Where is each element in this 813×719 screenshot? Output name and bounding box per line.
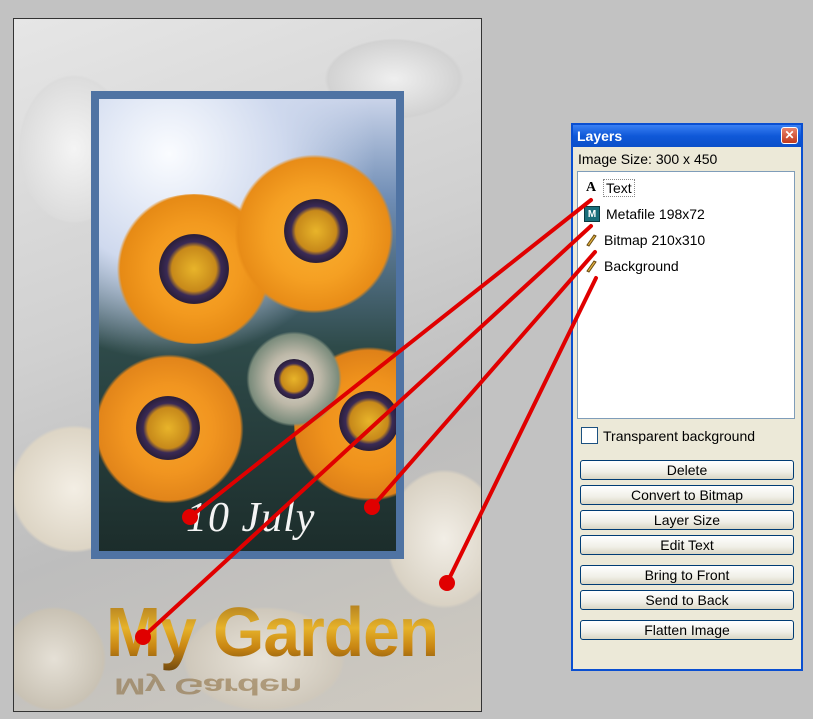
convert-to-bitmap-button[interactable]: Convert to Bitmap bbox=[580, 485, 794, 505]
layer-size-button[interactable]: Layer Size bbox=[580, 510, 794, 530]
delete-button[interactable]: Delete bbox=[580, 460, 794, 480]
bring-to-front-button[interactable]: Bring to Front bbox=[580, 565, 794, 585]
layer-label: Bitmap 210x310 bbox=[604, 232, 706, 248]
metafile-layer-icon: M bbox=[584, 206, 600, 222]
layer-item-bitmap[interactable]: Bitmap 210x310 bbox=[578, 227, 794, 253]
layers-title: Layers bbox=[577, 128, 623, 144]
flower-photo: 10 July bbox=[99, 99, 396, 551]
close-icon[interactable]: ✕ bbox=[781, 127, 798, 144]
layer-list[interactable]: A Text M Metafile 198x72 Bitmap 210x310 … bbox=[577, 171, 795, 419]
photo-frame: 10 July bbox=[91, 91, 404, 559]
layer-item-text[interactable]: A Text bbox=[578, 175, 794, 201]
layer-label: Background bbox=[604, 258, 679, 274]
bitmap-layer-icon bbox=[584, 259, 598, 273]
image-canvas[interactable]: 10 July My Garden My Garden bbox=[13, 18, 482, 712]
layer-label: Metafile 198x72 bbox=[606, 206, 705, 222]
transparent-background-row[interactable]: Transparent background bbox=[581, 427, 801, 444]
my-garden-title-art: My Garden bbox=[106, 593, 439, 671]
flower-2 bbox=[229, 154, 396, 314]
transparent-background-label: Transparent background bbox=[603, 427, 756, 444]
flatten-image-button[interactable]: Flatten Image bbox=[580, 620, 794, 640]
photo-caption: 10 July bbox=[186, 495, 316, 541]
my-garden-reflection: My Garden bbox=[114, 673, 302, 699]
bitmap-layer-icon bbox=[584, 233, 598, 247]
transparent-background-checkbox[interactable] bbox=[581, 427, 598, 444]
layer-label: Text bbox=[603, 179, 635, 197]
layers-titlebar[interactable]: Layers ✕ bbox=[573, 125, 801, 147]
layer-item-metafile[interactable]: M Metafile 198x72 bbox=[578, 201, 794, 227]
layer-item-background[interactable]: Background bbox=[578, 253, 794, 279]
send-to-back-button[interactable]: Send to Back bbox=[580, 590, 794, 610]
image-size-label: Image Size: 300 x 450 bbox=[578, 151, 718, 167]
button-group: Delete Convert to Bitmap Layer Size Edit… bbox=[573, 460, 801, 640]
flower-3 bbox=[99, 354, 249, 504]
text-layer-icon: A bbox=[585, 180, 597, 195]
edit-text-button[interactable]: Edit Text bbox=[580, 535, 794, 555]
layers-panel: Layers ✕ Image Size: 300 x 450 A Text M … bbox=[571, 123, 803, 671]
flower-5 bbox=[239, 329, 349, 429]
